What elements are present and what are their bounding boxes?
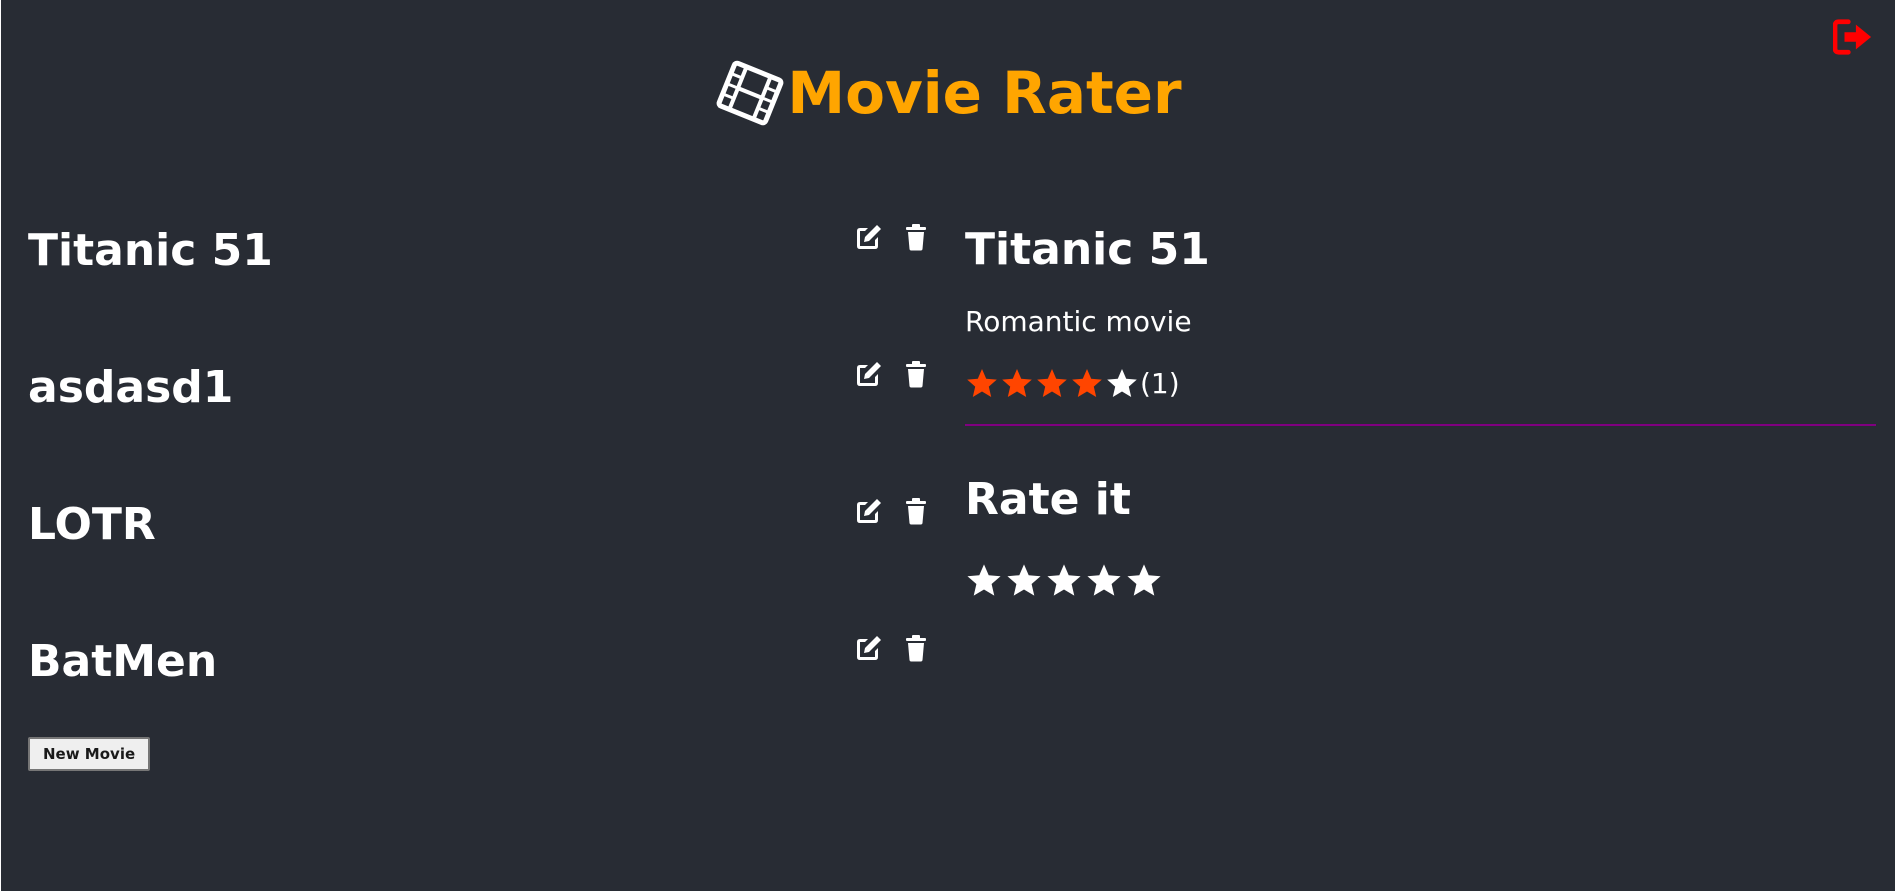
app-title: Movie Rater	[787, 59, 1182, 127]
app-header: Movie Rater	[1, 58, 1895, 148]
new-movie-button[interactable]: New Movie	[28, 737, 151, 771]
divider	[965, 424, 1876, 426]
movie-details: Titanic 51 Romantic movie (1) Rate it	[965, 216, 1877, 599]
edit-icon[interactable]	[853, 359, 883, 389]
edit-icon[interactable]	[853, 496, 883, 526]
movie-list-item: LOTR	[28, 479, 938, 616]
movie-list: Titanic 51 asdasd1 LOTR BatMen	[28, 205, 938, 753]
star-filled-icon	[1072, 369, 1102, 397]
movie-list-item: Titanic 51	[28, 205, 938, 342]
star-filled-icon	[1037, 369, 1067, 397]
trash-icon[interactable]	[901, 496, 931, 526]
average-rating: (1)	[965, 366, 1877, 400]
movie-list-item: BatMen	[28, 616, 938, 753]
detail-title: Titanic 51	[965, 224, 1210, 275]
rate-star-icon[interactable]	[1005, 561, 1043, 599]
movie-title[interactable]: Titanic 51	[28, 225, 273, 276]
star-filled-icon	[967, 369, 997, 397]
rate-star-icon[interactable]	[1045, 561, 1083, 599]
rate-stars	[965, 561, 1877, 599]
film-icon	[716, 60, 784, 126]
edit-icon[interactable]	[853, 222, 883, 252]
rate-star-icon[interactable]	[965, 561, 1003, 599]
star-filled-icon	[1002, 369, 1032, 397]
sign-out-icon[interactable]	[1833, 18, 1875, 56]
edit-icon[interactable]	[853, 633, 883, 663]
rate-star-icon[interactable]	[1085, 561, 1123, 599]
trash-icon[interactable]	[901, 222, 931, 252]
trash-icon[interactable]	[901, 633, 931, 663]
detail-description: Romantic movie	[965, 305, 1192, 338]
movie-list-item: asdasd1	[28, 342, 938, 479]
rate-heading: Rate it	[965, 474, 1131, 525]
star-empty-icon	[1107, 369, 1137, 397]
movie-title[interactable]: BatMen	[28, 636, 217, 687]
rating-count: (1)	[1140, 366, 1180, 400]
app-root: Movie Rater Titanic 51 asdasd1 LOTR BatM…	[0, 0, 1895, 891]
rate-star-icon[interactable]	[1125, 561, 1163, 599]
trash-icon[interactable]	[901, 359, 931, 389]
movie-title[interactable]: LOTR	[28, 499, 156, 550]
movie-title[interactable]: asdasd1	[28, 362, 233, 413]
